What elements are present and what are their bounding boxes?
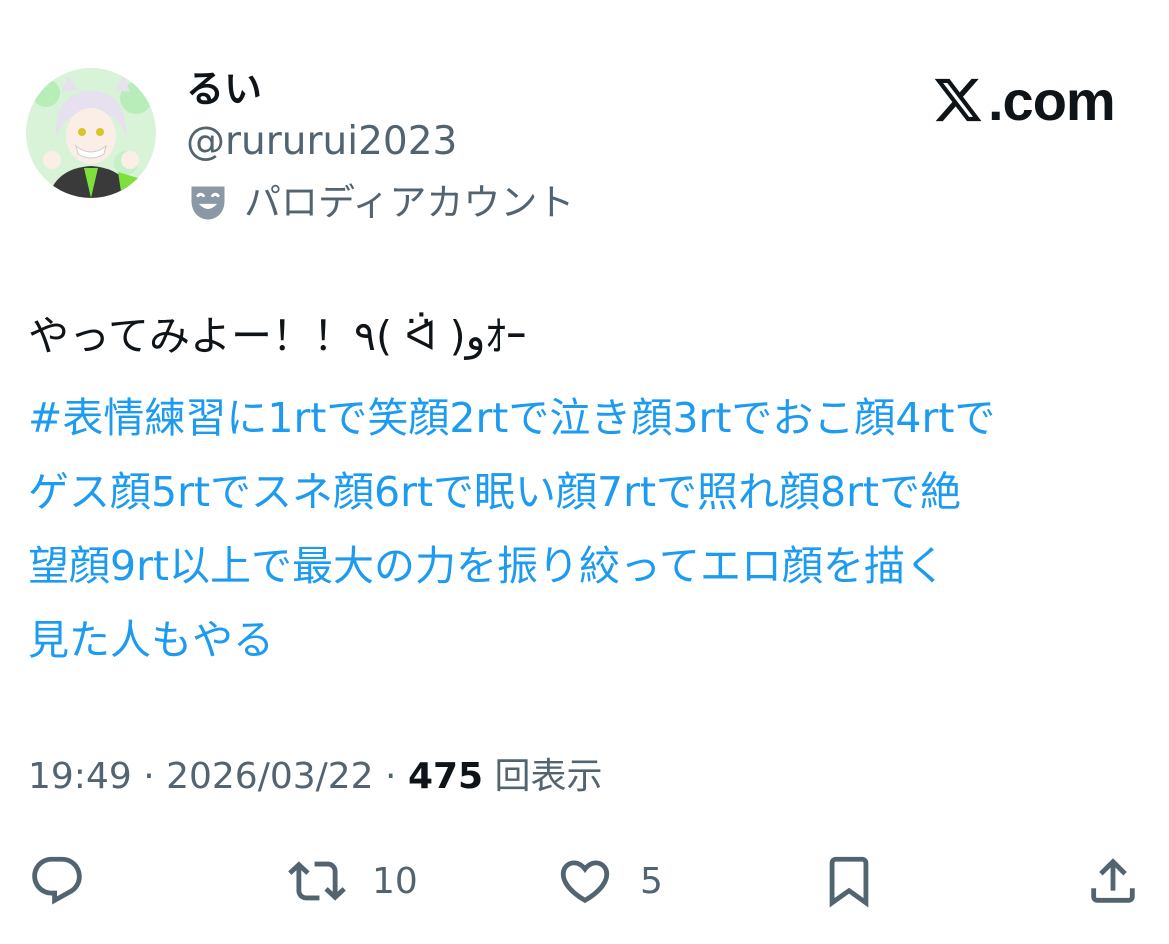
- author-name[interactable]: るい: [186, 66, 262, 112]
- hashtag-line[interactable]: 見た人もやる: [28, 603, 1153, 677]
- parody-label: パロディアカウント: [244, 181, 575, 224]
- like-count: 5: [640, 860, 663, 902]
- reply-icon: [32, 856, 82, 905]
- retweet-count: 10: [372, 860, 418, 902]
- meta-separator: ·: [131, 756, 167, 797]
- avatar[interactable]: [26, 68, 156, 198]
- hashtag-line[interactable]: #表情練習に1rtで笑顔2rtで泣き顔3rtでおこ顔4rtで: [28, 381, 1153, 455]
- tweet-date[interactable]: 2026/03/22: [166, 756, 374, 797]
- retweet-button[interactable]: 10: [288, 846, 418, 916]
- like-button[interactable]: 5: [556, 846, 663, 916]
- theater-mask-icon: [191, 186, 225, 220]
- bookmark-button[interactable]: [820, 846, 878, 916]
- parody-badge: パロディアカウント: [186, 178, 574, 228]
- author-handle[interactable]: @rururui2023: [186, 118, 457, 166]
- tweet-text: やってみよー！！٩( ᐛ̇ )و‬ｵｰ: [28, 312, 527, 360]
- bookmark-icon: [829, 856, 869, 908]
- views-label: 回表示: [483, 756, 603, 797]
- tweet-hashtag-text[interactable]: #表情練習に1rtで笑顔2rtで泣き顔3rtでおこ顔4rtで ゲス顔5rtでスネ…: [28, 381, 1153, 677]
- retweet-icon: [288, 861, 346, 901]
- action-bar: 10 5: [0, 846, 1169, 916]
- heart-icon: [560, 860, 610, 904]
- share-icon: [1091, 858, 1135, 903]
- avatar-image: [26, 68, 156, 198]
- tweet-meta: 19:49 · 2026/03/22 · 475 回表示: [28, 754, 603, 800]
- hashtag-line[interactable]: ゲス顔5rtでスネ顔6rtで眠い顔7rtで照れ顔8rtで絶: [28, 455, 1153, 529]
- brand-watermark: .com: [932, 68, 1116, 132]
- brand-label: .com: [988, 68, 1116, 132]
- meta-separator: ·: [373, 756, 408, 797]
- reply-button[interactable]: [28, 846, 112, 916]
- hashtag-line[interactable]: 望顔9rt以上で最大の力を振り絞ってエロ顔を描く: [28, 529, 1153, 603]
- x-logo-icon: [934, 78, 982, 122]
- tweet-time[interactable]: 19:49: [28, 756, 132, 797]
- views-count: 475: [407, 756, 484, 797]
- share-button[interactable]: [1084, 846, 1142, 916]
